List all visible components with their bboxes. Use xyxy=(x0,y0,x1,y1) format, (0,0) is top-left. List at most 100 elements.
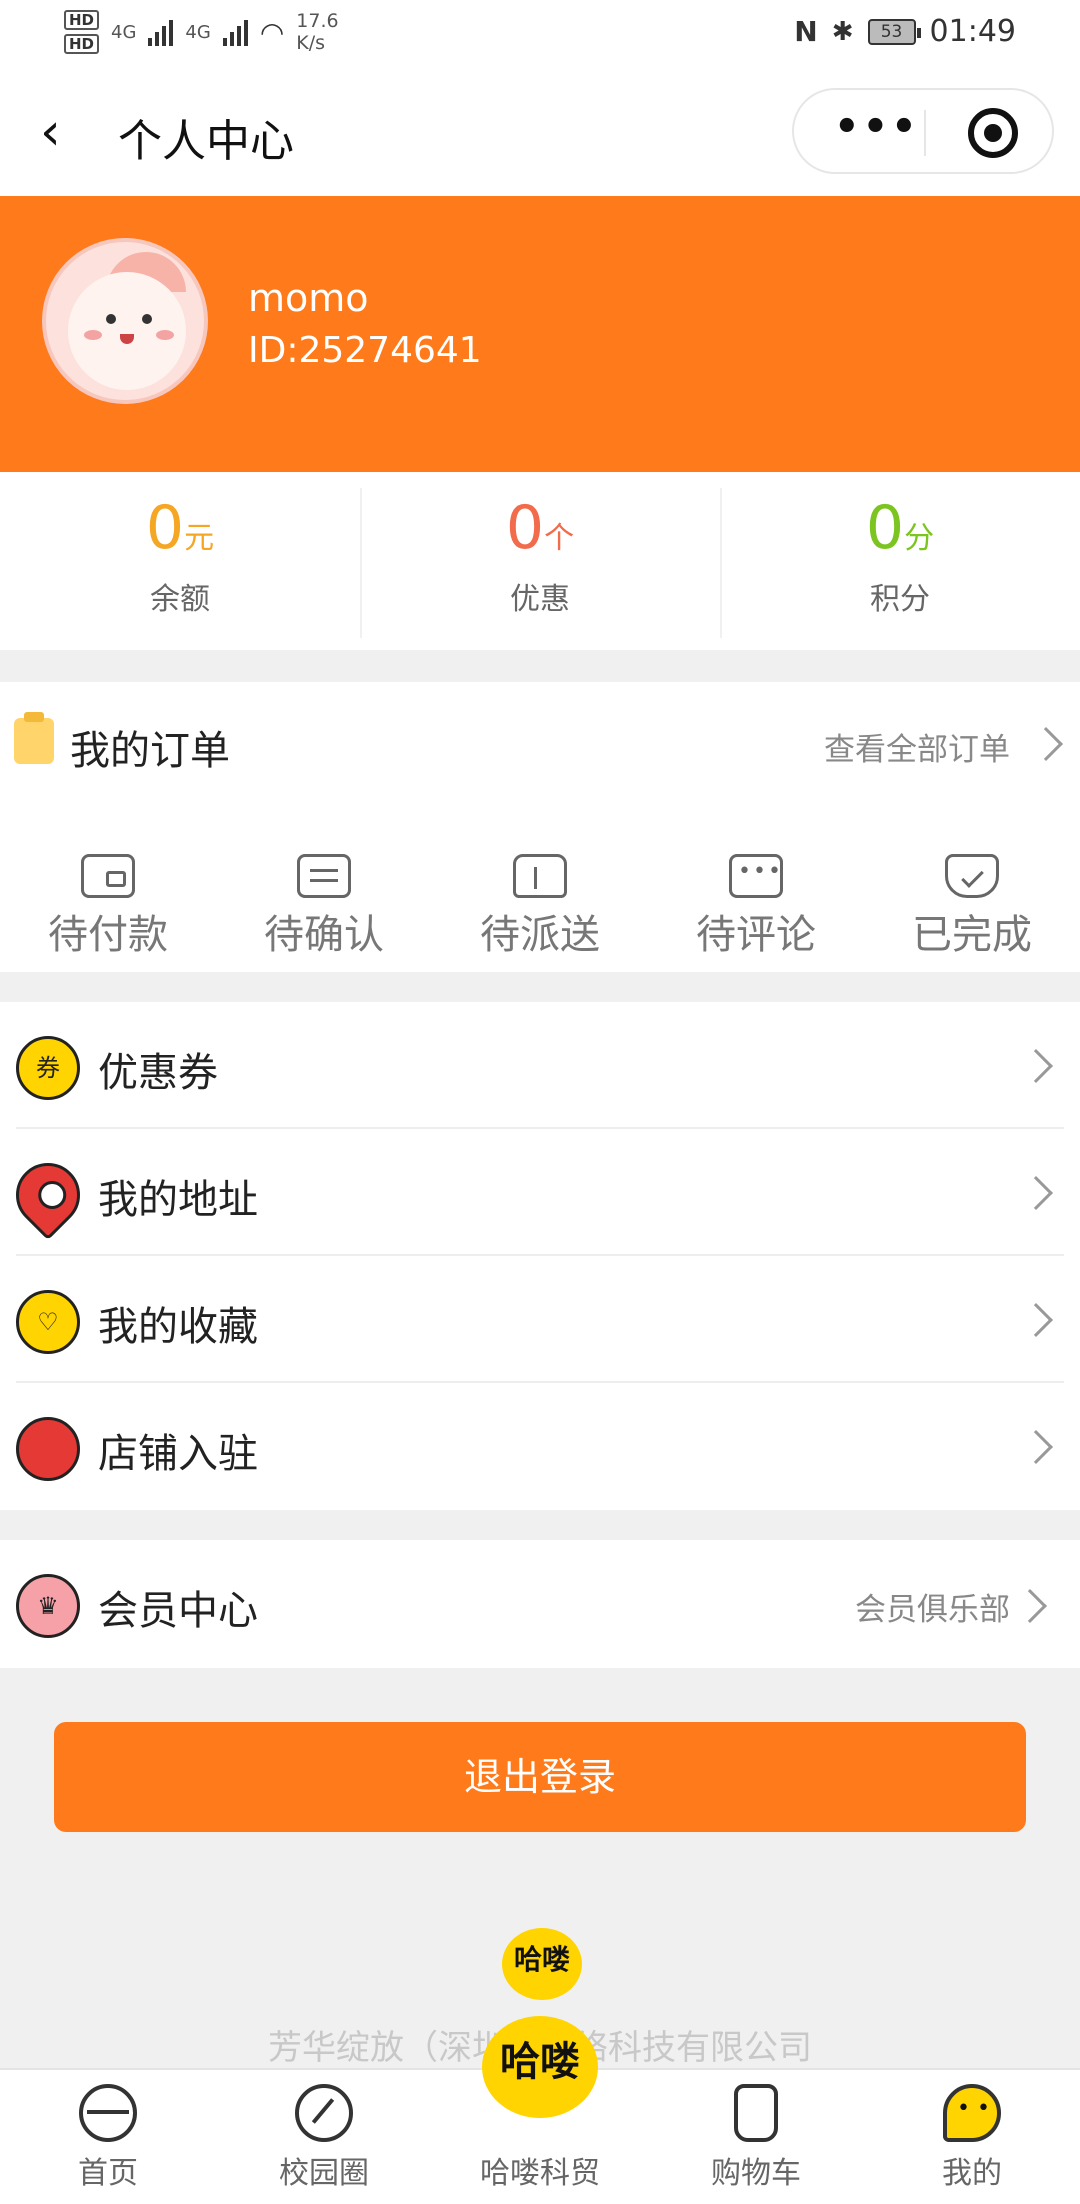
home-icon xyxy=(79,2084,137,2142)
halo-logo-icon: 哈喽 xyxy=(502,1928,582,2000)
avatar[interactable] xyxy=(42,238,208,404)
delivery-icon xyxy=(513,854,567,898)
user-id: ID:25274641 xyxy=(248,330,482,371)
wallet-icon xyxy=(81,854,135,898)
heart-icon: ♡ xyxy=(16,1290,80,1354)
order-status-row: 待付款 待确认 待派送 待评论 已完成 xyxy=(0,850,1080,960)
miniprogram-capsule: ••• xyxy=(792,88,1054,174)
order-completed-label: 已完成 xyxy=(912,912,1032,958)
wifi-icon: ◠ xyxy=(259,15,285,49)
more-options-icon[interactable]: ••• xyxy=(834,104,920,150)
coupon-icon: 券 xyxy=(16,1036,80,1100)
network-type-2: 4G xyxy=(185,21,211,43)
nfc-icon: N xyxy=(794,15,818,48)
battery-icon: 53 xyxy=(867,18,921,45)
menu-item-coupons-label: 优惠券 xyxy=(98,1050,218,1096)
bluetooth-icon: ✱ xyxy=(831,16,854,47)
stat-balance-label: 余额 xyxy=(150,582,210,617)
network-speed-value: 17.6 xyxy=(296,10,339,32)
member-center-label: 会员中心 xyxy=(98,1588,258,1634)
done-icon xyxy=(945,854,999,898)
campus-icon xyxy=(295,2084,353,2142)
network-speed-unit: K/s xyxy=(296,32,326,54)
menu-item-coupons[interactable]: 券 优惠券 xyxy=(16,1002,1064,1129)
order-pending-review[interactable]: 待评论 xyxy=(648,850,864,960)
hd-badge-1: HD xyxy=(64,10,100,30)
menu-item-favorites-label: 我的收藏 xyxy=(98,1304,258,1350)
menu-item-shop-join-label: 店铺入驻 xyxy=(98,1431,258,1477)
orders-title: 我的订单 xyxy=(70,728,230,774)
stat-coupons-label: 优惠 xyxy=(510,582,570,617)
menu-item-member-center[interactable]: ♛ 会员中心 会员俱乐部 xyxy=(0,1540,1080,1668)
chevron-right-icon xyxy=(1029,727,1063,761)
status-bar: HD HD 4G 4G ◠ 17.6 K/s N ✱ 53 01:49 xyxy=(0,0,1080,70)
crown-icon: ♛ xyxy=(16,1574,80,1638)
stat-balance[interactable]: 0元 余额 xyxy=(0,472,360,650)
capsule-divider xyxy=(924,110,926,156)
stat-points-unit: 分 xyxy=(904,521,935,556)
status-right: N ✱ 53 01:49 xyxy=(794,14,1016,49)
avatar-blush-right xyxy=(156,330,174,340)
signal-icon xyxy=(148,18,174,46)
profile-header: momo ID:25274641 xyxy=(0,196,1080,472)
clock: 01:49 xyxy=(929,14,1016,49)
page-title: 个人中心 xyxy=(118,116,294,167)
order-pending-confirm-label: 待确认 xyxy=(264,912,384,958)
order-pending-delivery-label: 待派送 xyxy=(480,912,600,958)
shop-icon xyxy=(16,1417,80,1481)
orders-header[interactable]: 我的订单 查看全部订单 xyxy=(0,682,1080,802)
stat-balance-unit: 元 xyxy=(184,521,215,556)
menu-item-address[interactable]: 我的地址 xyxy=(2,1129,1064,1256)
nav-bar: ‹ 个人中心 ••• xyxy=(0,70,1080,196)
menu-item-favorites[interactable]: ♡ 我的收藏 xyxy=(16,1256,1064,1383)
logout-button[interactable]: 退出登录 xyxy=(54,1722,1026,1832)
stat-coupons-unit: 个 xyxy=(544,521,575,556)
chevron-right-icon xyxy=(1019,1176,1053,1210)
order-pending-delivery[interactable]: 待派送 xyxy=(432,850,648,960)
order-pending-payment-label: 待付款 xyxy=(48,912,168,958)
tab-cart-label: 购物车 xyxy=(711,2156,801,2191)
hd-indicators: HD HD xyxy=(64,10,100,54)
stat-points-number: 0 xyxy=(865,493,905,563)
chevron-right-icon xyxy=(1019,1303,1053,1337)
tab-campus-label: 校园圈 xyxy=(279,2156,369,2191)
signal-icon-2 xyxy=(222,18,248,46)
clipboard-icon xyxy=(14,712,54,764)
stat-balance-value: 0元 xyxy=(0,488,360,568)
avatar-eye-right xyxy=(142,314,152,324)
confirm-icon xyxy=(297,854,351,898)
stat-points-value: 0分 xyxy=(720,488,1080,568)
tab-mine[interactable]: 我的 xyxy=(864,2070,1080,2204)
halo-center-tab-icon[interactable]: 哈喽 xyxy=(482,2016,598,2118)
member-club-link[interactable]: 会员俱乐部 xyxy=(855,1584,1010,1629)
hd-badge-2: HD xyxy=(64,34,100,54)
stat-points[interactable]: 0分 积分 xyxy=(720,472,1080,650)
order-completed[interactable]: 已完成 xyxy=(864,850,1080,960)
network-type-1: 4G xyxy=(111,21,137,43)
view-all-orders-link[interactable]: 查看全部订单 xyxy=(824,724,1010,769)
location-icon xyxy=(2,1149,94,1241)
tab-home[interactable]: 首页 xyxy=(0,2070,216,2204)
back-icon[interactable]: ‹ xyxy=(40,106,80,158)
chevron-right-icon xyxy=(1013,1589,1047,1623)
tab-cart[interactable]: 购物车 xyxy=(648,2070,864,2204)
account-stats: 0元 余额 0个 优惠 0分 积分 xyxy=(0,472,1080,650)
close-miniprogram-icon[interactable] xyxy=(968,108,1018,158)
menu-item-shop-join[interactable]: 店铺入驻 xyxy=(16,1383,1064,1510)
chevron-right-icon xyxy=(1019,1430,1053,1464)
menu-list: 券 优惠券 我的地址 ♡ 我的收藏 店铺入驻 xyxy=(0,1002,1080,1510)
stat-coupons-value: 0个 xyxy=(360,488,720,568)
avatar-eye-left xyxy=(106,314,116,324)
avatar-blush-left xyxy=(84,330,102,340)
tab-halo-label: 哈喽科贸 xyxy=(480,2156,600,2191)
tab-campus[interactable]: 校园圈 xyxy=(216,2070,432,2204)
stat-coupons[interactable]: 0个 优惠 xyxy=(360,472,720,650)
order-pending-payment[interactable]: 待付款 xyxy=(0,850,216,960)
stat-points-label: 积分 xyxy=(870,582,930,617)
tab-mine-label: 我的 xyxy=(942,2156,1002,2191)
cart-icon xyxy=(734,2084,778,2142)
stat-balance-number: 0 xyxy=(145,493,185,563)
comment-icon xyxy=(729,854,783,898)
order-pending-confirm[interactable]: 待确认 xyxy=(216,850,432,960)
stat-coupons-number: 0 xyxy=(505,493,545,563)
